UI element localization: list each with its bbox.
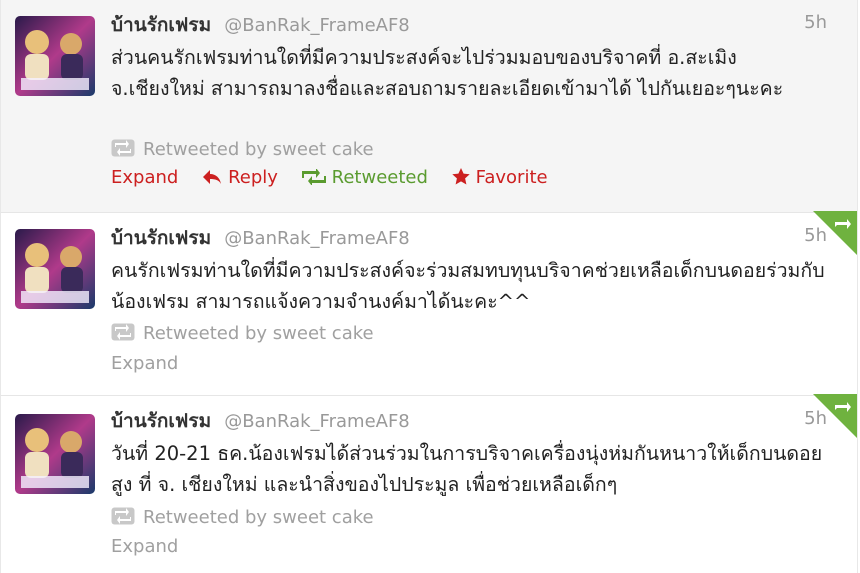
timestamp[interactable]: 5h (804, 225, 827, 246)
expand-link[interactable]: Expand (111, 167, 178, 188)
star-icon (451, 168, 470, 185)
avatar[interactable] (15, 16, 95, 96)
retweeted-button[interactable]: Retweeted (301, 167, 428, 188)
tweet-item[interactable]: บ้านรักเฟรม @BanRak_FrameAF8 5h วันที่ 2… (0, 394, 858, 573)
author-name[interactable]: บ้านรักเฟรม (111, 227, 211, 249)
author-name[interactable]: บ้านรักเฟรม (111, 410, 211, 432)
retweeted-by-label[interactable]: Retweeted by sweet cake (143, 507, 374, 528)
reply-arrow-icon (203, 170, 222, 184)
author-handle[interactable]: @BanRak_FrameAF8 (224, 15, 410, 36)
author-name[interactable]: บ้านรักเฟรม (111, 14, 211, 36)
tweet-actions: Expand (111, 536, 178, 557)
tweet-feed: บ้านรักเฟรม @BanRak_FrameAF8 5h ส่วนคนรั… (0, 0, 860, 573)
expand-link[interactable]: Expand (111, 353, 178, 374)
tweet-text: ส่วนคนรักเฟรมท่านใดที่มีความประสงค์จะไปร… (111, 46, 784, 100)
tweet-actions: Expand (111, 353, 178, 374)
retweet-icon (111, 323, 135, 346)
favorite-button[interactable]: Favorite (451, 167, 548, 188)
reply-label: Reply (228, 167, 278, 188)
retweeted-label: Retweeted (331, 167, 428, 188)
tweet-actions: Expand Reply Retweeted Favorite (111, 167, 548, 188)
author-handle[interactable]: @BanRak_FrameAF8 (224, 411, 410, 432)
expand-link[interactable]: Expand (111, 536, 178, 557)
avatar[interactable] (15, 414, 95, 494)
tweet-text: คนรักเฟรมท่านใดที่มีความประสงค์จะร่วมสมท… (111, 259, 825, 313)
retweeted-by-label[interactable]: Retweeted by sweet cake (143, 139, 374, 160)
timestamp[interactable]: 5h (804, 12, 827, 33)
retweet-context: Retweeted by sweet cake (111, 507, 374, 530)
retweet-context: Retweeted by sweet cake (111, 323, 374, 346)
avatar[interactable] (15, 229, 95, 309)
timestamp[interactable]: 5h (804, 408, 827, 429)
favorite-label: Favorite (475, 167, 548, 188)
tweet-item[interactable]: บ้านรักเฟรม @BanRak_FrameAF8 5h คนรักเฟร… (0, 211, 858, 395)
tweet-text: วันที่ 20-21 ธค.น้องเฟรมได้ส่วนร่วมในการ… (111, 442, 823, 496)
author-handle[interactable]: @BanRak_FrameAF8 (224, 228, 410, 249)
retweet-icon (111, 507, 135, 530)
retweet-context: Retweeted by sweet cake (111, 139, 374, 162)
retweeted-by-label[interactable]: Retweeted by sweet cake (143, 323, 374, 344)
tweet-item[interactable]: บ้านรักเฟรม @BanRak_FrameAF8 5h ส่วนคนรั… (0, 0, 858, 212)
retweet-icon (301, 168, 326, 186)
reply-button[interactable]: Reply (202, 167, 278, 188)
retweet-icon (111, 139, 135, 162)
